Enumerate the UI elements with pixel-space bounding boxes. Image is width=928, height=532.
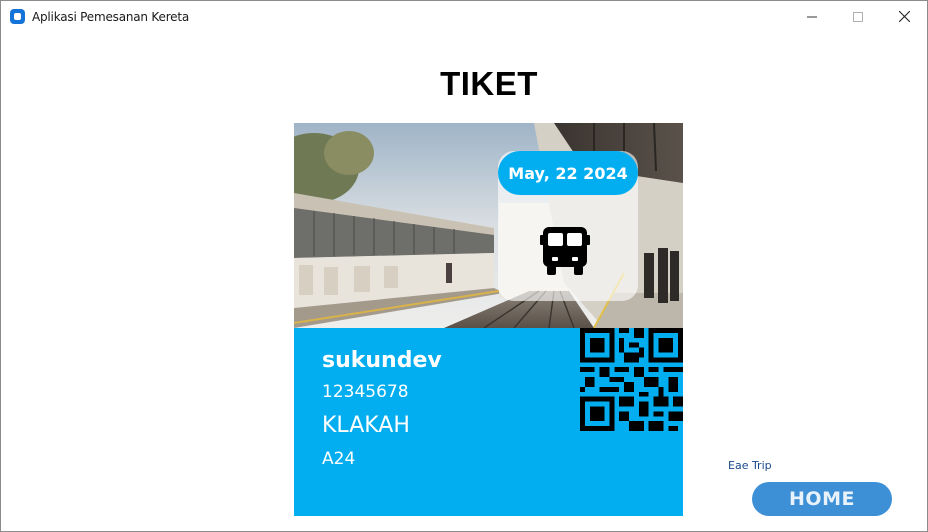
- app-window: Aplikasi Pemesanan Kereta TIKET May, 22 …: [0, 0, 928, 532]
- maximize-icon: [853, 11, 863, 22]
- page-title: TIKET: [440, 65, 538, 102]
- title-bar[interactable]: Aplikasi Pemesanan Kereta: [1, 1, 927, 32]
- brand-label: Eae Trip: [728, 459, 772, 472]
- maximize-button[interactable]: [835, 1, 881, 32]
- minimize-icon: [807, 16, 817, 17]
- home-button[interactable]: HOME: [752, 482, 892, 516]
- ticket-info-panel: sukundev 12345678 KLAKAH A24: [294, 328, 683, 516]
- qr-code-icon: [580, 328, 683, 431]
- window-title: Aplikasi Pemesanan Kereta: [32, 10, 190, 24]
- seat-number: A24: [322, 449, 356, 469]
- passenger-id: 12345678: [322, 382, 409, 402]
- ticket-card: May, 22 2024 sukundev 12345678 KLAKAH A2…: [294, 123, 683, 516]
- passenger-name: sukundev: [322, 348, 442, 373]
- close-icon: [898, 11, 910, 22]
- minimize-button[interactable]: [789, 1, 835, 32]
- destination: KLAKAH: [322, 413, 410, 438]
- bus-icon: [540, 227, 590, 275]
- close-button[interactable]: [881, 1, 927, 32]
- travel-date: May, 22 2024: [498, 151, 638, 195]
- app-icon: [10, 9, 25, 24]
